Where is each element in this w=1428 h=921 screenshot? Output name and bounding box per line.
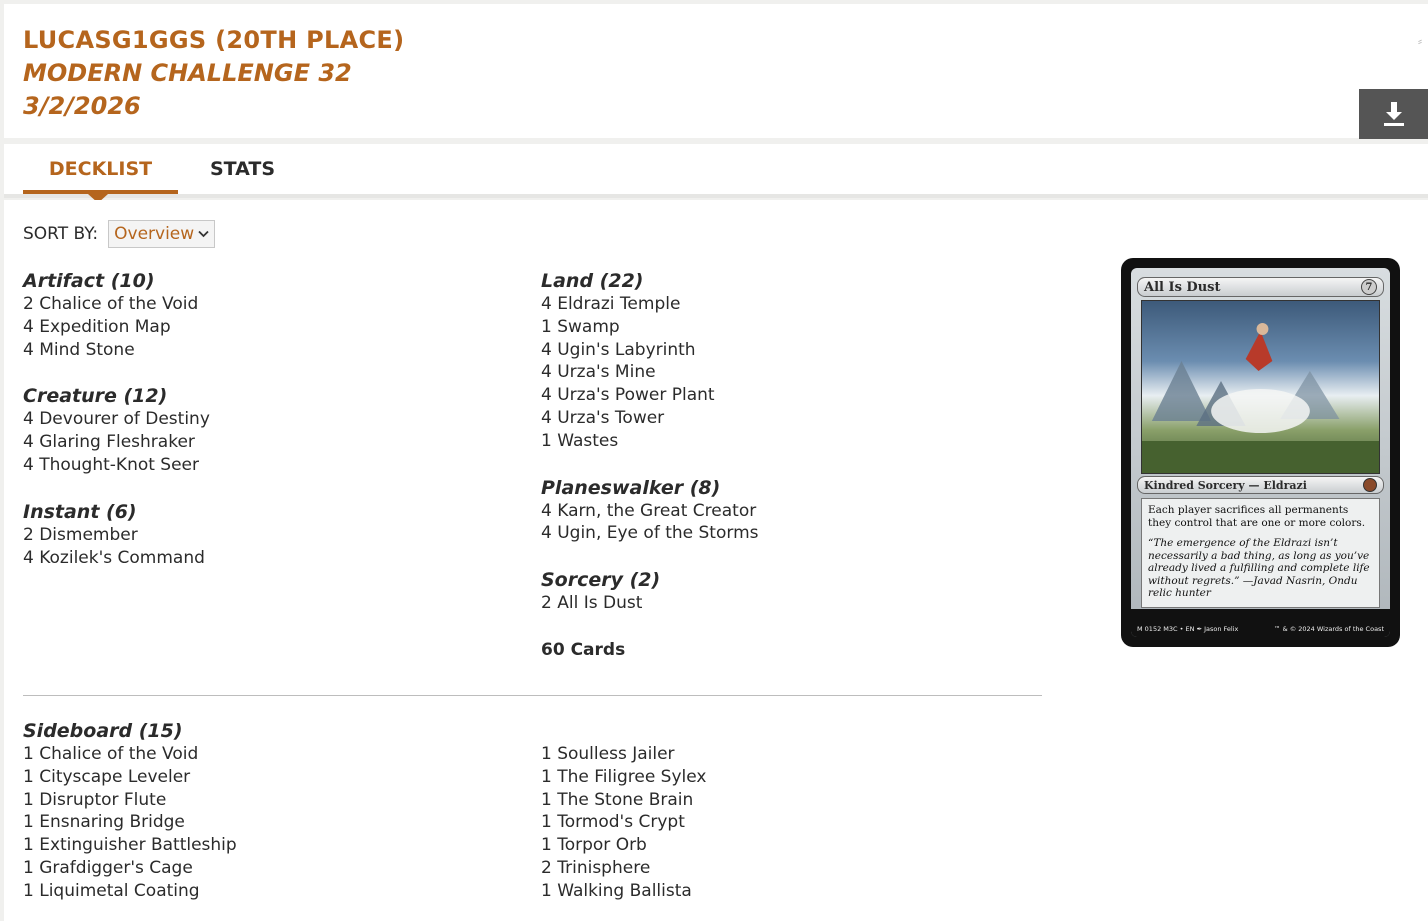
section-title: Planeswalker (8) xyxy=(541,476,721,499)
card-entry[interactable]: 4 Ugin's Labyrinth xyxy=(541,339,1021,362)
card-entry[interactable]: 4 Mind Stone xyxy=(23,339,503,362)
card-entry[interactable]: 1 Disruptor Flute xyxy=(23,789,237,812)
card-entry[interactable]: 1 Tormod's Crypt xyxy=(541,811,706,834)
decklist-panel: SORT BY: Overview Artifact (10) 2 Chalic… xyxy=(4,200,1428,921)
card-entry[interactable]: 2 All Is Dust xyxy=(541,592,1021,615)
card-entry[interactable]: 4 Urza's Tower xyxy=(541,407,1021,430)
card-entry[interactable]: 1 Soulless Jailer xyxy=(541,743,706,766)
card-type-bar: Kindred Sorcery — Eldrazi xyxy=(1137,476,1384,494)
card-type-section: Instant (6) 2 Dismember 4 Kozilek's Comm… xyxy=(23,501,503,570)
card-entry[interactable]: 1 Walking Ballista xyxy=(541,880,706,903)
card-name: All Is Dust xyxy=(1144,279,1221,295)
sort-control: SORT BY: Overview xyxy=(23,220,216,248)
card-entry[interactable]: 1 Cityscape Leveler xyxy=(23,766,237,789)
card-flavor-text: “The emergence of the Eldrazi isn’t nece… xyxy=(1148,537,1370,599)
deck-header: LUCASG1GGS (20TH PLACE) MODERN CHALLENGE… xyxy=(4,4,1428,138)
mainboard-left-column: Artifact (10) 2 Chalice of the Void 4 Ex… xyxy=(23,270,503,593)
card-entry[interactable]: 4 Urza's Mine xyxy=(541,361,1021,384)
card-type-section: Artifact (10) 2 Chalice of the Void 4 Ex… xyxy=(23,270,503,361)
card-entry[interactable]: 1 Grafdigger's Cage xyxy=(23,857,237,880)
card-entry[interactable]: 4 Devourer of Destiny xyxy=(23,408,503,431)
card-entry[interactable]: 1 Swamp xyxy=(541,316,1021,339)
card-entry[interactable]: 1 Liquimetal Coating xyxy=(23,880,237,903)
tab-bar: DECKLIST STATS xyxy=(4,144,1428,194)
sort-selected-value: Overview xyxy=(114,224,195,244)
card-entry[interactable]: 4 Thought-Knot Seer xyxy=(23,454,503,477)
card-footer: M 0152 M3C • EN ✒ Jason Felix ™ & © 2024… xyxy=(1137,613,1384,633)
tab-underline xyxy=(4,194,1428,198)
download-icon xyxy=(1383,102,1404,126)
card-face: All Is Dust 7 Kindred Sorcery — Eldrazi xyxy=(1131,268,1390,637)
card-entry[interactable]: 2 Dismember xyxy=(23,524,503,547)
chevron-down-icon xyxy=(198,230,209,238)
card-footer-strip: M 0152 M3C • EN ✒ Jason Felix ™ & © 2024… xyxy=(1131,609,1390,637)
title-block: LUCASG1GGS (20TH PLACE) MODERN CHALLENGE… xyxy=(23,24,404,123)
card-entry[interactable]: 2 Chalice of the Void xyxy=(23,293,503,316)
card-entry[interactable]: 4 Karn, the Great Creator xyxy=(541,500,1021,523)
card-type-section: Land (22) 4 Eldrazi Temple 1 Swamp 4 Ugi… xyxy=(541,270,1021,453)
card-entry[interactable]: 1 The Filigree Sylex xyxy=(541,766,706,789)
card-type-section: Creature (12) 4 Devourer of Destiny 4 Gl… xyxy=(23,385,503,476)
card-type-line: Kindred Sorcery — Eldrazi xyxy=(1144,478,1307,492)
card-copyright: ™ & © 2024 Wizards of the Coast xyxy=(1274,625,1384,633)
total-card-count: 60 Cards xyxy=(541,639,626,660)
card-rules-text: Each player sacrifices all permanents th… xyxy=(1148,504,1366,529)
mana-cost-icon: 7 xyxy=(1361,279,1377,295)
set-symbol-icon xyxy=(1363,478,1377,492)
card-art xyxy=(1141,300,1380,474)
download-button[interactable] xyxy=(1359,89,1428,139)
card-text-box: Each player sacrifices all permanents th… xyxy=(1141,498,1380,608)
card-name-bar: All Is Dust 7 xyxy=(1137,277,1384,297)
card-entry[interactable]: 1 Wastes xyxy=(541,430,1021,453)
sort-label: SORT BY: xyxy=(23,224,99,244)
player-name: LUCASG1GGS (20TH PLACE) xyxy=(23,26,405,54)
card-entry[interactable]: 4 Eldrazi Temple xyxy=(541,293,1021,316)
card-type-section: Sorcery (2) 2 All Is Dust xyxy=(541,569,1021,615)
sort-select[interactable]: Overview xyxy=(108,220,216,248)
card-type-section: Planeswalker (8) 4 Karn, the Great Creat… xyxy=(541,477,1021,546)
card-entry[interactable]: 1 Chalice of the Void xyxy=(23,743,237,766)
event-name: MODERN CHALLENGE 32 xyxy=(23,59,352,87)
card-entry[interactable]: 4 Ugin, Eye of the Storms xyxy=(541,522,1021,545)
section-title: Artifact (10) xyxy=(23,270,155,292)
section-title: Sorcery (2) xyxy=(541,569,661,592)
card-entry[interactable]: 1 Ensnaring Bridge xyxy=(23,811,237,834)
card-entry[interactable]: 4 Glaring Fleshraker xyxy=(23,431,503,454)
card-entry[interactable]: 1 Torpor Orb xyxy=(541,834,706,857)
sideboard-right-column: 1 Soulless Jailer 1 The Filigree Sylex 1… xyxy=(541,743,706,903)
card-preview-image: All Is Dust 7 Kindred Sorcery — Eldrazi xyxy=(1121,258,1400,647)
corner-icon: ⸗ xyxy=(1418,34,1422,48)
card-entry[interactable]: 4 Urza's Power Plant xyxy=(541,384,1021,407)
card-entry[interactable]: 1 The Stone Brain xyxy=(541,789,706,812)
section-title: Instant (6) xyxy=(23,500,137,523)
sideboard-divider xyxy=(23,695,1042,696)
event-date: 3/2/2026 xyxy=(23,92,141,120)
sideboard-title: Sideboard (15) xyxy=(23,720,183,742)
section-title: Creature (12) xyxy=(23,385,168,408)
card-entry[interactable]: 1 Extinguisher Battleship xyxy=(23,834,237,857)
tab-stats[interactable]: STATS xyxy=(184,158,301,194)
card-art-illustration xyxy=(1142,323,1379,473)
card-entry[interactable]: 2 Trinisphere xyxy=(541,857,706,880)
card-collector-info: M 0152 M3C • EN ✒ Jason Felix xyxy=(1137,625,1239,633)
tab-decklist[interactable]: DECKLIST xyxy=(23,158,178,194)
section-title: Land (22) xyxy=(541,270,644,292)
card-entry[interactable]: 4 Kozilek's Command xyxy=(23,547,503,570)
mainboard-right-column: Land (22) 4 Eldrazi Temple 1 Swamp 4 Ugi… xyxy=(541,270,1021,662)
card-entry[interactable]: 4 Expedition Map xyxy=(23,316,503,339)
sideboard-left-column: Sideboard (15) 1 Chalice of the Void 1 C… xyxy=(23,720,237,903)
